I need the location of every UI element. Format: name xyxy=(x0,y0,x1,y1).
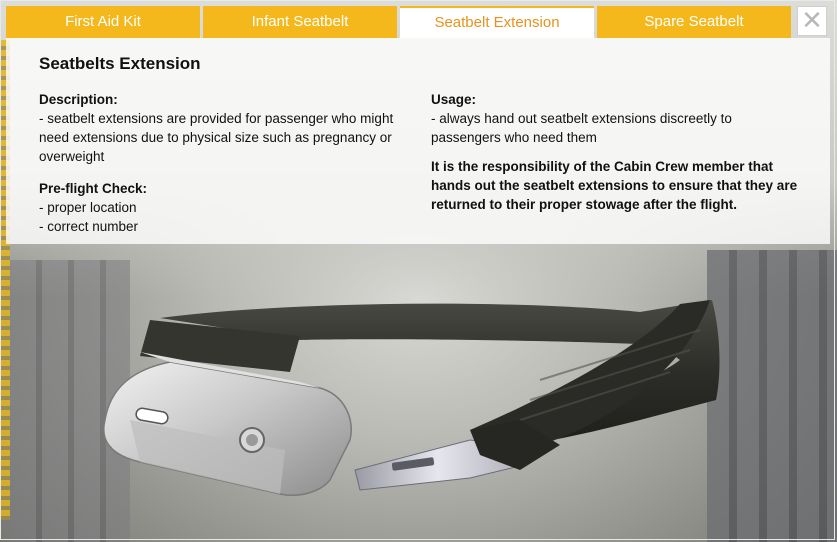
tab-spare-seatbelt[interactable]: Spare Seatbelt xyxy=(597,6,791,38)
usage-label: Usage: xyxy=(431,92,477,107)
close-icon: ✕ xyxy=(801,5,823,35)
right-column: Usage: - always hand out seatbelt extens… xyxy=(431,90,801,214)
page-title: Seatbelts Extension xyxy=(39,54,201,73)
tab-first-aid-kit[interactable]: First Aid Kit xyxy=(6,6,200,38)
description-text: - seatbelt extensions are provided for p… xyxy=(39,111,394,164)
responsibility-note: It is the responsibility of the Cabin Cr… xyxy=(431,159,798,212)
close-button[interactable]: ✕ xyxy=(797,6,827,36)
content-panel: Seatbelts Extension Description: - seatb… xyxy=(6,38,830,244)
description-label: Description: xyxy=(39,92,118,107)
tab-bar: First Aid Kit Infant Seatbelt Seatbelt E… xyxy=(6,6,794,38)
tab-seatbelt-extension[interactable]: Seatbelt Extension xyxy=(400,6,594,38)
preflight-item: - correct number xyxy=(39,219,139,234)
left-column: Description: - seatbelt extensions are p… xyxy=(39,90,399,236)
preflight-label: Pre-flight Check: xyxy=(39,181,148,196)
preflight-item: - proper location xyxy=(39,200,137,215)
usage-text: - always hand out seatbelt extensions di… xyxy=(431,111,732,145)
tab-infant-seatbelt[interactable]: Infant Seatbelt xyxy=(203,6,397,38)
